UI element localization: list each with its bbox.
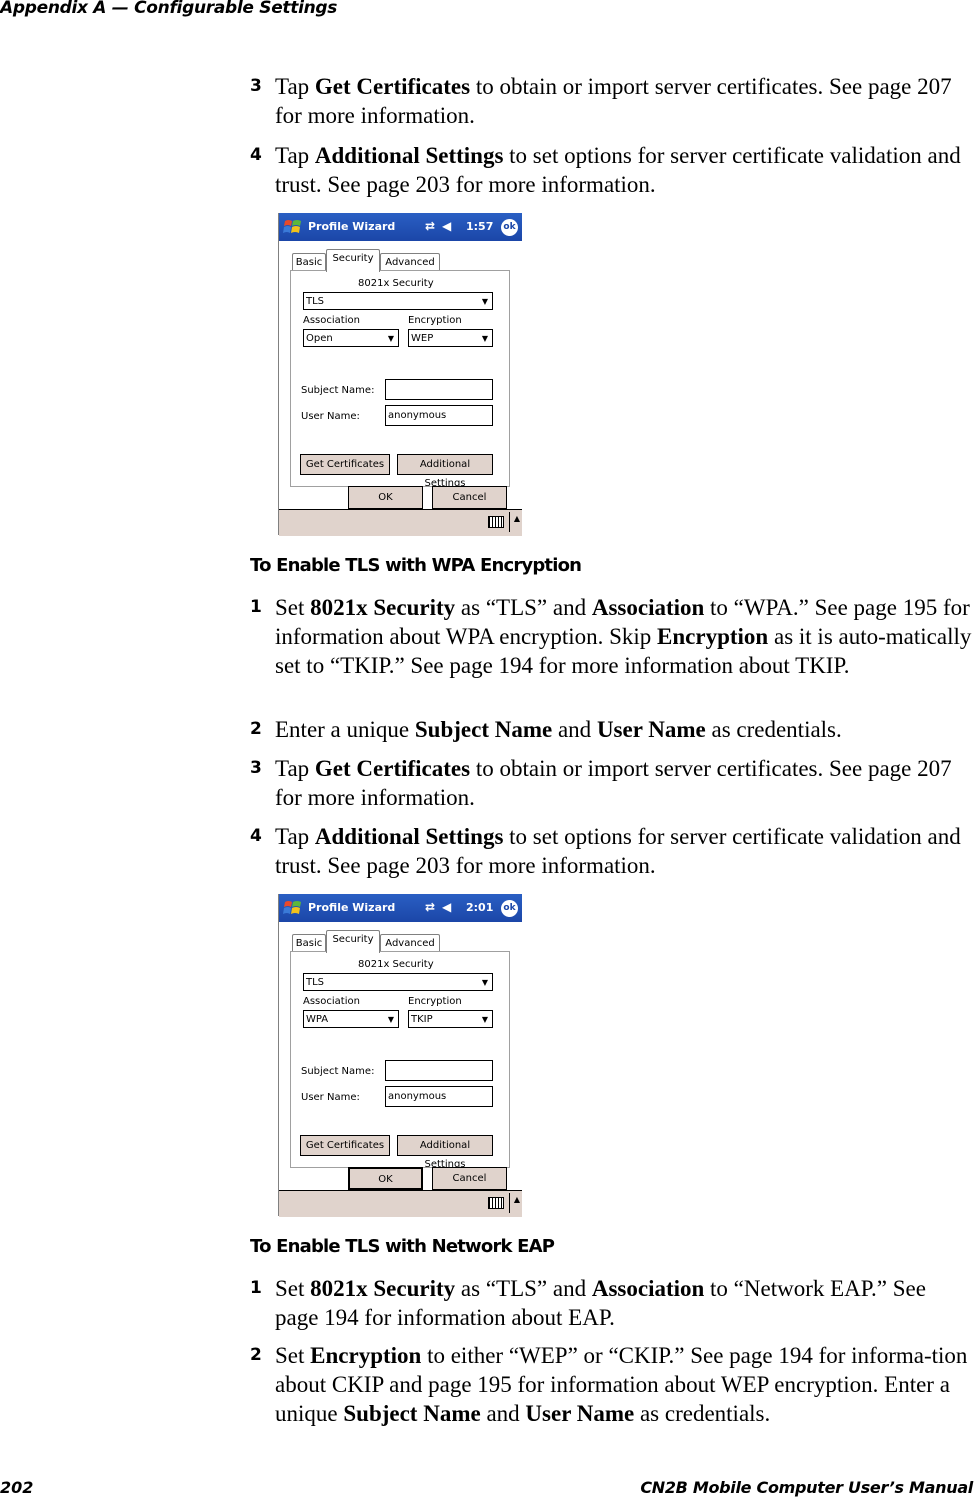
eap-step-1: 1 Set 8021x Security as “TLS” and Associ… <box>250 1276 926 1330</box>
user-name-input[interactable]: anonymous <box>385 405 493 426</box>
page-number: 202 <box>0 1478 34 1497</box>
section-heading-wpa: To Enable TLS with WPA Encryption <box>250 555 582 576</box>
get-certificates-button[interactable]: Get Certificates <box>300 1135 390 1156</box>
ui-term: Get Certificates <box>314 74 471 99</box>
menu-bar: ▲ <box>279 509 522 536</box>
ui-term: User Name <box>596 717 706 742</box>
step-number: 2 <box>250 1345 262 1365</box>
eap-step-2: 2 Set Encryption to either “WEP” or “CKI… <box>250 1343 968 1426</box>
profile-wizard-screenshot: Profile Wizard ⇄ ◀ 1:57 ok Basic Securit… <box>278 213 522 536</box>
wpa-step-2: 2 Enter a unique Subject Name and User N… <box>250 717 842 742</box>
ui-term: Subject Name <box>414 717 553 742</box>
security-label: 8021x Security <box>358 278 434 289</box>
input-panel-arrow-icon[interactable]: ▲ <box>514 514 520 523</box>
windows-start-icon[interactable] <box>283 899 303 917</box>
divider <box>509 1193 510 1213</box>
window-title: Profile Wizard <box>308 901 396 914</box>
subject-name-label: Subject Name: <box>301 1066 375 1077</box>
cancel-button[interactable]: Cancel <box>432 1167 507 1190</box>
ui-term: Additional Settings <box>314 143 504 168</box>
ui-term: Additional Settings <box>314 824 504 849</box>
ui-term: Subject Name <box>343 1401 481 1426</box>
ok-button[interactable]: OK <box>348 1167 423 1190</box>
encryption-select[interactable]: TKIP ▼ <box>408 1010 493 1028</box>
user-name-input[interactable]: anonymous <box>385 1086 493 1107</box>
volume-icon[interactable]: ◀ <box>442 219 451 233</box>
page-header: Appendix A — Configurable Settings <box>0 0 338 18</box>
ui-term: Encryption <box>310 1343 422 1368</box>
input-panel-arrow-icon[interactable]: ▲ <box>514 1195 520 1204</box>
additional-settings-button[interactable]: Additional Settings <box>397 454 493 489</box>
ui-term: Association <box>591 595 705 620</box>
user-name-label: User Name: <box>301 1092 360 1103</box>
user-name-label: User Name: <box>301 411 360 422</box>
tab-security[interactable]: Security <box>326 249 380 272</box>
connectivity-icon[interactable]: ⇄ <box>425 219 435 233</box>
ui-term: 8021x Security <box>310 595 456 620</box>
association-label: Association <box>303 996 360 1007</box>
step-3-get-certificates: 3 Tap Get Certificates to obtain or impo… <box>250 74 952 128</box>
ui-term: Association <box>591 1276 705 1301</box>
title-bar: Profile Wizard ⇄ ◀ 1:57 ok <box>279 213 522 241</box>
title-bar: Profile Wizard ⇄ ◀ 2:01 ok <box>279 894 522 922</box>
keyboard-icon[interactable] <box>488 1197 504 1209</box>
keyboard-icon[interactable] <box>488 516 504 528</box>
divider <box>509 512 510 532</box>
chevron-down-icon: ▼ <box>387 1015 394 1024</box>
step-number: 3 <box>250 758 262 778</box>
volume-icon[interactable]: ◀ <box>442 900 451 914</box>
step-number: 2 <box>250 719 262 739</box>
manual-title: CN2B Mobile Computer User’s Manual <box>640 1478 973 1497</box>
encryption-label: Encryption <box>408 315 462 326</box>
step-4-additional-settings: 4 Tap Additional Settings to set options… <box>250 143 961 197</box>
wpa-step-3: 3 Tap Get Certificates to obtain or impo… <box>250 756 952 810</box>
connectivity-icon[interactable]: ⇄ <box>425 900 435 914</box>
chevron-down-icon: ▼ <box>481 297 488 306</box>
menu-bar: ▲ <box>279 1190 522 1217</box>
section-heading-network-eap: To Enable TLS with Network EAP <box>250 1236 555 1257</box>
encryption-select[interactable]: WEP ▼ <box>408 329 493 347</box>
security-panel: 8021x Security TLS ▼ Association Encrypti… <box>290 270 510 489</box>
encryption-label: Encryption <box>408 996 462 1007</box>
window-title: Profile Wizard <box>308 220 396 233</box>
security-panel: 8021x Security TLS ▼ Association Encrypti… <box>290 951 510 1170</box>
wpa-step-1: 1 Set 8021x Security as “TLS” and Associ… <box>250 595 972 678</box>
chevron-down-icon: ▼ <box>481 334 488 343</box>
tab-security[interactable]: Security <box>326 930 380 953</box>
security-label: 8021x Security <box>358 959 434 970</box>
ok-title-button[interactable]: ok <box>501 900 518 917</box>
profile-wizard-screenshot-wpa: Profile Wizard ⇄ ◀ 2:01 ok Basic Securit… <box>278 894 522 1217</box>
windows-start-icon[interactable] <box>283 218 303 236</box>
ui-term: 8021x Security <box>310 1276 456 1301</box>
clock[interactable]: 1:57 <box>466 220 493 233</box>
security-select[interactable]: TLS ▼ <box>303 973 493 991</box>
additional-settings-button[interactable]: Additional Settings <box>397 1135 493 1170</box>
chevron-down-icon: ▼ <box>387 334 394 343</box>
step-number: 4 <box>250 826 262 846</box>
security-select[interactable]: TLS ▼ <box>303 292 493 310</box>
association-select[interactable]: Open ▼ <box>303 329 399 347</box>
association-label: Association <box>303 315 360 326</box>
association-select[interactable]: WPA ▼ <box>303 1010 399 1028</box>
ui-term: User Name <box>525 1401 635 1426</box>
step-number: 4 <box>250 145 262 165</box>
ok-title-button[interactable]: ok <box>501 219 518 236</box>
subject-name-input[interactable] <box>385 1060 493 1081</box>
chevron-down-icon: ▼ <box>481 978 488 987</box>
chevron-down-icon: ▼ <box>481 1015 488 1024</box>
clock[interactable]: 2:01 <box>466 901 493 914</box>
ui-term: Get Certificates <box>314 756 471 781</box>
wpa-step-4: 4 Tap Additional Settings to set options… <box>250 824 961 878</box>
ok-button[interactable]: OK <box>348 486 423 509</box>
subject-name-input[interactable] <box>385 379 493 400</box>
get-certificates-button[interactable]: Get Certificates <box>300 454 390 475</box>
cancel-button[interactable]: Cancel <box>432 486 507 509</box>
ui-term: Encryption <box>657 624 769 649</box>
step-number: 1 <box>250 1278 262 1298</box>
subject-name-label: Subject Name: <box>301 385 375 396</box>
step-number: 1 <box>250 597 262 617</box>
step-number: 3 <box>250 76 262 96</box>
